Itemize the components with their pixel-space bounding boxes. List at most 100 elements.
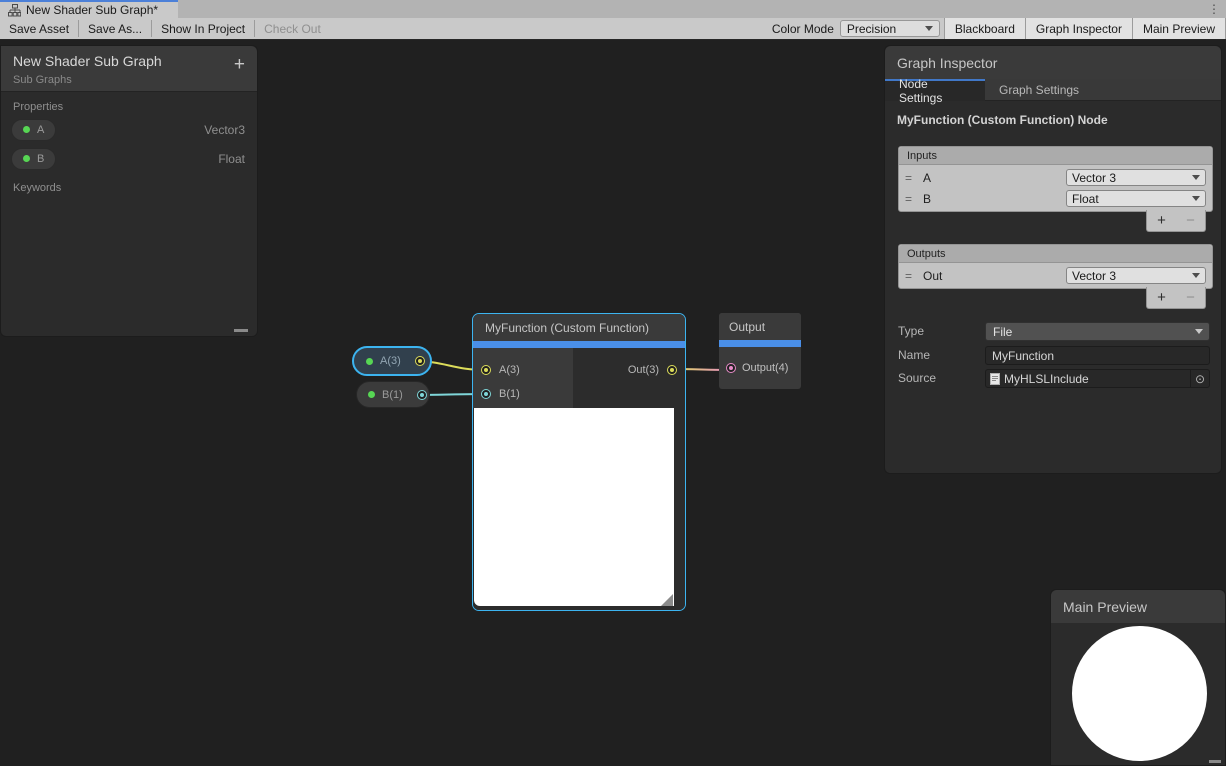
save-as-button[interactable]: Save As... xyxy=(79,18,151,39)
output-port-icon[interactable] xyxy=(417,390,427,400)
property-type: Vector3 xyxy=(204,123,245,137)
property-node-label: A(3) xyxy=(380,355,401,367)
property-node-a[interactable]: A(3) xyxy=(352,346,432,376)
graph-inspector-panel: Graph Inspector Node Settings Graph Sett… xyxy=(884,45,1222,474)
script-file-icon xyxy=(990,373,1000,385)
type-field-row: Type File xyxy=(898,322,1213,341)
output-type-dropdown[interactable]: Vector 3 xyxy=(1066,267,1206,284)
exposed-indicator xyxy=(366,358,373,365)
input-port-icon[interactable] xyxy=(481,389,491,399)
property-row-b[interactable]: B Float xyxy=(1,144,257,173)
input-name: B xyxy=(923,192,931,206)
input-type-value: Vector 3 xyxy=(1072,171,1116,185)
chevron-down-icon xyxy=(1195,329,1203,334)
input-type-value: Float xyxy=(1072,192,1099,206)
blackboard-header: New Shader Sub Graph Sub Graphs + xyxy=(1,46,257,92)
preview-resize-handle[interactable] xyxy=(661,594,673,606)
source-object-field[interactable]: MyHLSLInclude ⊙ xyxy=(985,369,1210,388)
color-mode-dropdown[interactable]: Precision xyxy=(840,20,940,37)
exposed-indicator xyxy=(23,155,30,162)
property-node-label: B(1) xyxy=(382,389,403,401)
output-port-icon[interactable] xyxy=(667,365,677,375)
add-input-button[interactable]: + xyxy=(1157,212,1166,230)
input-type-dropdown[interactable]: Vector 3 xyxy=(1066,169,1206,186)
node-preview-image xyxy=(474,408,674,606)
node-title[interactable]: MyFunction (Custom Function) xyxy=(473,314,685,341)
input-type-dropdown[interactable]: Float xyxy=(1066,190,1206,207)
object-picker-icon[interactable]: ⊙ xyxy=(1190,370,1209,387)
outputs-list: Outputs = Out Vector 3 xyxy=(898,244,1213,289)
resize-handle[interactable] xyxy=(1209,760,1221,763)
input-port-label: A(3) xyxy=(499,364,520,376)
property-name: B xyxy=(37,153,44,165)
chevron-down-icon xyxy=(1192,196,1200,201)
check-out-button: Check Out xyxy=(255,18,330,39)
add-property-button[interactable]: + xyxy=(234,55,245,75)
exposed-indicator xyxy=(368,391,375,398)
output-port-icon[interactable] xyxy=(415,356,425,366)
name-field-row: Name xyxy=(898,346,1213,365)
property-node-b[interactable]: B(1) xyxy=(356,381,430,408)
drag-handle-icon[interactable]: = xyxy=(905,192,919,206)
tab-node-settings[interactable]: Node Settings xyxy=(885,79,985,101)
overflow-menu-icon[interactable]: ⋮ xyxy=(1208,1,1220,17)
add-output-button[interactable]: + xyxy=(1157,289,1166,307)
input-name: A xyxy=(923,171,931,185)
color-mode-label: Color Mode xyxy=(766,18,840,39)
shader-graph-icon xyxy=(8,4,21,17)
blackboard-title: New Shader Sub Graph xyxy=(13,53,245,69)
document-tab[interactable]: New Shader Sub Graph* xyxy=(0,0,178,18)
drag-handle-icon[interactable]: = xyxy=(905,171,919,185)
source-field-row: Source MyHLSLInclude ⊙ xyxy=(898,369,1213,388)
node-title[interactable]: Output xyxy=(719,313,801,340)
output-node[interactable]: Output Output(4) xyxy=(719,313,801,389)
remove-input-button: − xyxy=(1186,212,1195,230)
drag-handle-icon[interactable]: = xyxy=(905,269,919,283)
property-name: A xyxy=(37,124,44,136)
resize-handle[interactable] xyxy=(234,329,248,332)
type-dropdown[interactable]: File xyxy=(985,322,1210,341)
input-port-icon[interactable] xyxy=(481,365,491,375)
input-port-icon[interactable] xyxy=(726,363,736,373)
chevron-down-icon xyxy=(1192,175,1200,180)
window-tab-bar: New Shader Sub Graph* ⋮ xyxy=(0,0,1226,18)
node-inputs-column: A(3) B(1) xyxy=(473,348,573,408)
graph-inspector-title: Graph Inspector xyxy=(885,46,1221,79)
output-port-label: Out(3) xyxy=(628,364,659,376)
chevron-down-icon xyxy=(925,26,933,31)
input-port-row: A(3) xyxy=(473,358,573,382)
preview-sphere[interactable] xyxy=(1072,626,1207,761)
show-in-project-button[interactable]: Show In Project xyxy=(152,18,254,39)
remove-output-button: − xyxy=(1186,289,1195,307)
inputs-list: Inputs = A Vector 3 = B Float xyxy=(898,146,1213,212)
name-label: Name xyxy=(898,348,930,362)
blackboard-subtitle: Sub Graphs xyxy=(13,74,245,86)
property-type: Float xyxy=(218,152,245,166)
main-preview-toggle-button[interactable]: Main Preview xyxy=(1132,18,1226,39)
input-port-row: B(1) xyxy=(473,382,573,406)
output-name: Out xyxy=(923,269,942,283)
custom-function-node[interactable]: MyFunction (Custom Function) A(3) B(1) O… xyxy=(472,313,686,611)
name-input[interactable] xyxy=(985,346,1210,365)
graph-canvas[interactable]: New Shader Sub Graph Sub Graphs + Proper… xyxy=(0,40,1226,766)
save-asset-button[interactable]: Save Asset xyxy=(0,18,78,39)
graph-inspector-toggle-button[interactable]: Graph Inspector xyxy=(1025,18,1132,39)
blackboard-toggle-button[interactable]: Blackboard xyxy=(944,18,1025,39)
input-list-row[interactable]: = B Float xyxy=(899,188,1212,209)
precision-color-bar xyxy=(719,340,801,347)
property-pill-b[interactable]: B xyxy=(11,148,56,170)
property-pill-a[interactable]: A xyxy=(11,119,56,141)
property-row-a[interactable]: A Vector3 xyxy=(1,115,257,144)
node-preview-area xyxy=(473,408,685,610)
inputs-list-header: Inputs xyxy=(899,147,1212,165)
output-port-row: Out(3) xyxy=(573,358,685,382)
exposed-indicator xyxy=(23,126,30,133)
output-list-row[interactable]: = Out Vector 3 xyxy=(899,265,1212,286)
input-list-row[interactable]: = A Vector 3 xyxy=(899,167,1212,188)
type-label: Type xyxy=(898,324,924,338)
input-port-label: Output(4) xyxy=(742,362,788,374)
tab-graph-settings[interactable]: Graph Settings xyxy=(985,79,1093,101)
properties-section-label: Properties xyxy=(1,92,257,115)
source-value: MyHLSLInclude xyxy=(1004,372,1089,386)
blackboard-panel: New Shader Sub Graph Sub Graphs + Proper… xyxy=(0,45,258,337)
